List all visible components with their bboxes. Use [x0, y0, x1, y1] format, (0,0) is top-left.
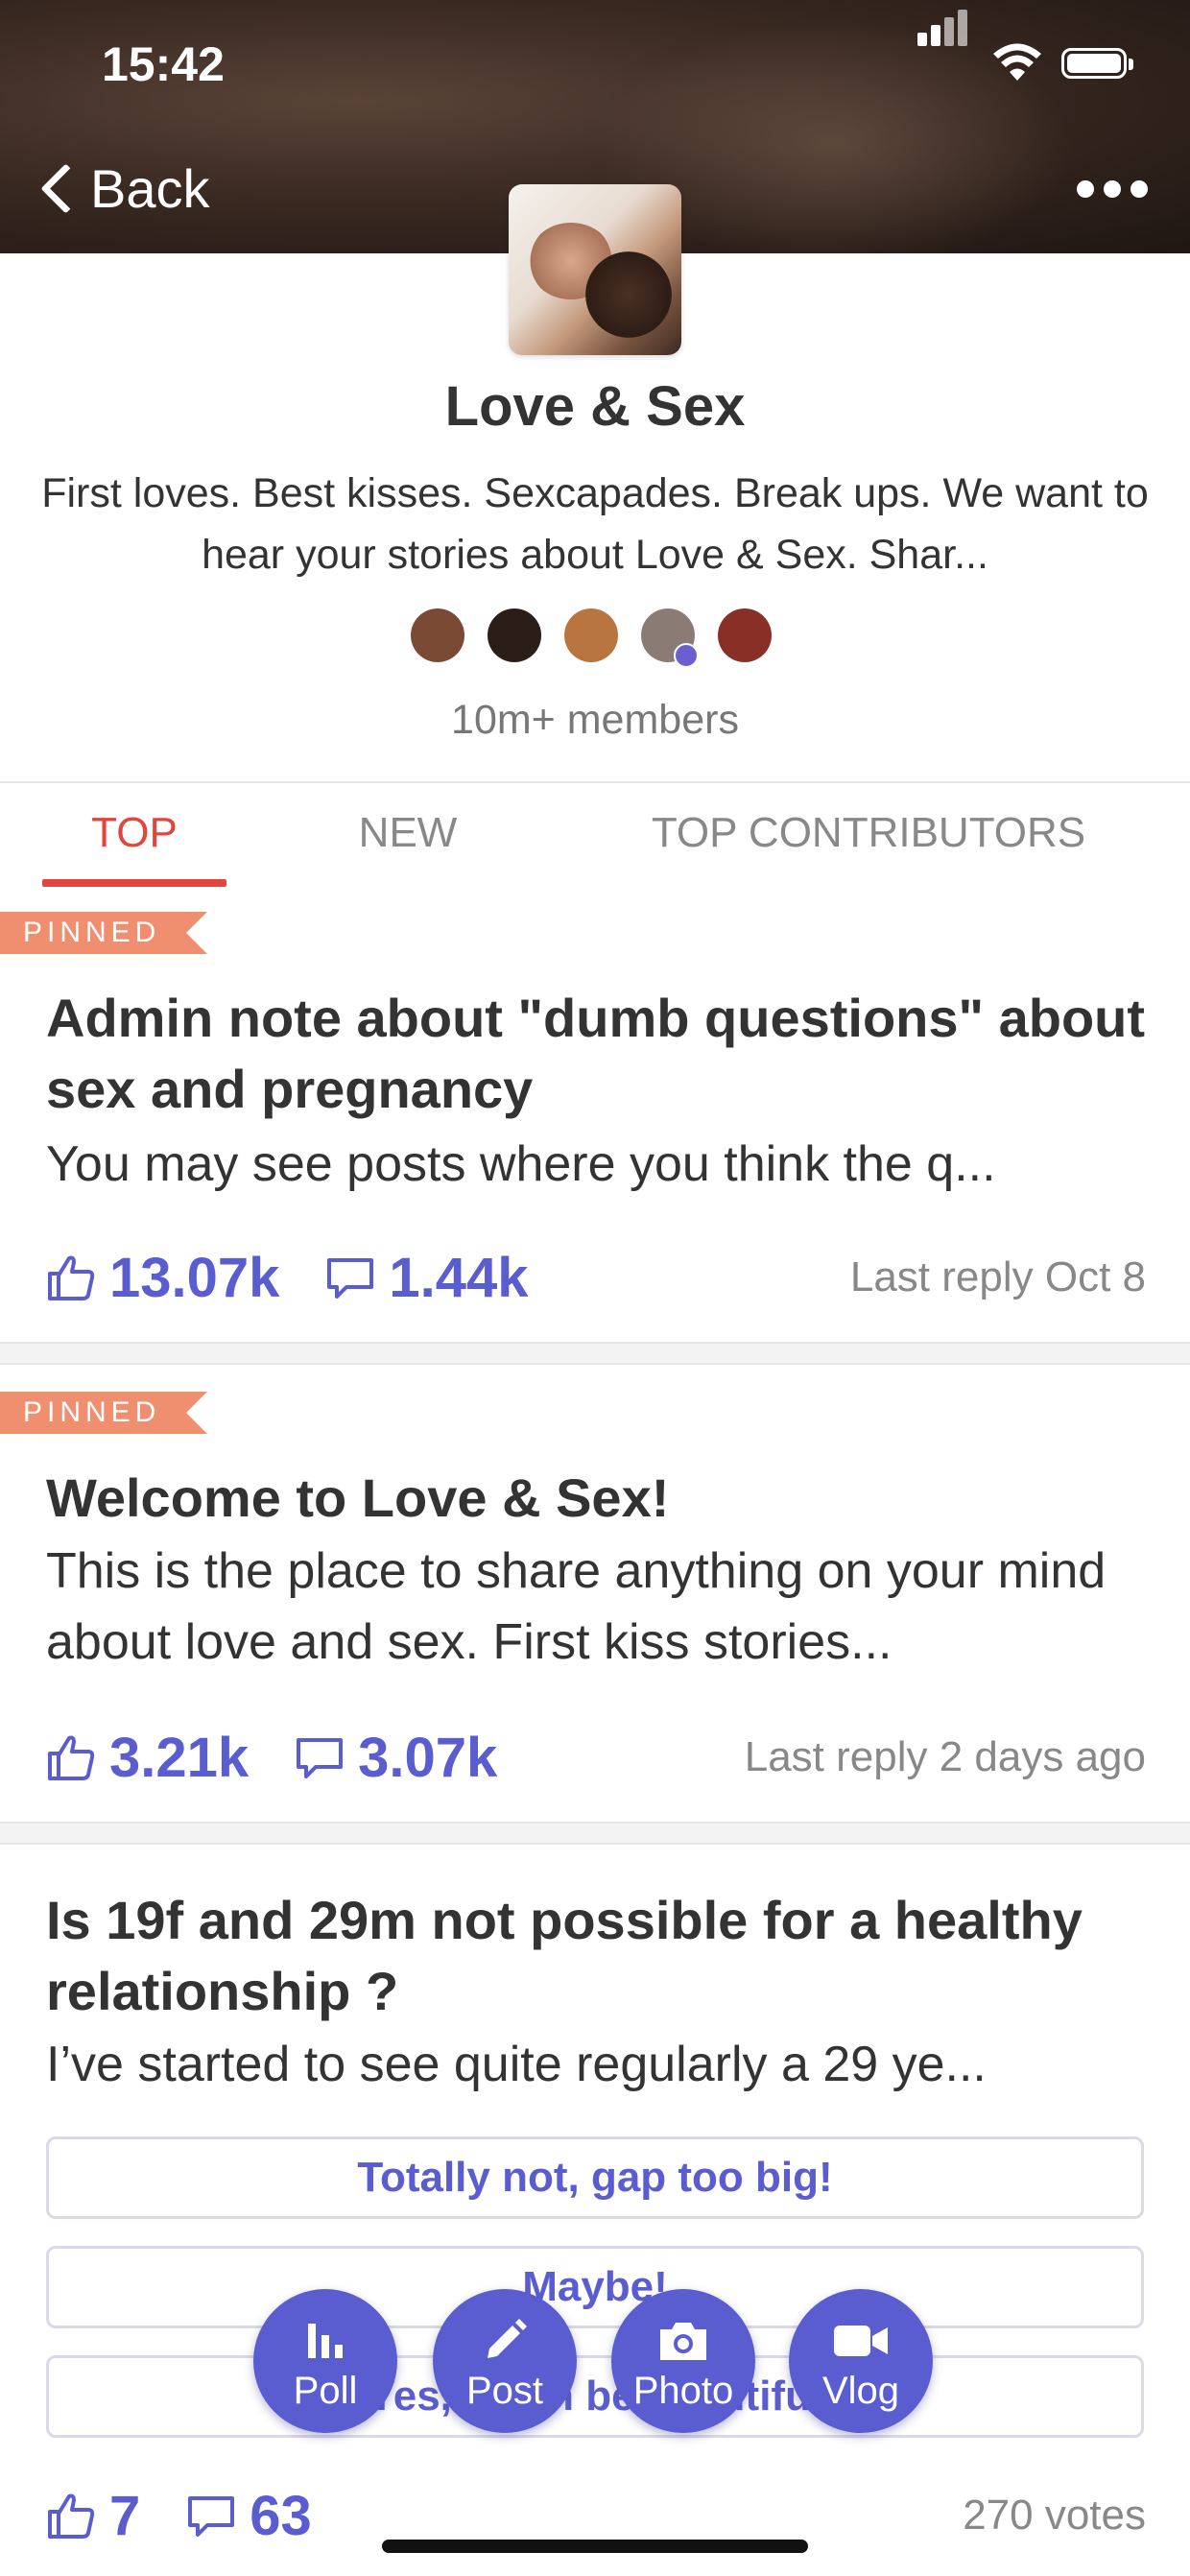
bar-chart-icon: [253, 2314, 397, 2368]
thumbs-up-icon: [48, 2493, 95, 2539]
back-label: Back: [90, 157, 210, 219]
fab-label: Vlog: [821, 2370, 900, 2412]
chevron-left-icon: [36, 159, 90, 217]
comment-button[interactable]: 3.07k: [295, 1726, 497, 1790]
thumbs-up-icon: [48, 1255, 95, 1300]
last-reply: Last reply Oct 8: [849, 1253, 1146, 1300]
last-reply: Last reply 2 days ago: [744, 1733, 1146, 1780]
member-avatars[interactable]: [411, 608, 772, 668]
feed-tabs: TOP NEW TOP CONTRIBUTORS: [0, 781, 1190, 889]
comment-icon: [297, 1738, 344, 1778]
card-divider: [0, 1822, 1190, 1845]
battery-icon: [1061, 48, 1133, 79]
like-count: 13.07k: [109, 1246, 280, 1309]
member-avatar[interactable]: [488, 608, 541, 662]
like-button[interactable]: 3.21k: [46, 1726, 249, 1790]
post-title[interactable]: Welcome to Love & Sex!: [46, 1463, 1150, 1534]
post-stats: 7 63: [46, 2482, 358, 2549]
more-dot-icon: [1130, 180, 1148, 198]
photo-fab-button[interactable]: Photo: [611, 2289, 755, 2433]
post-card[interactable]: PINNED Welcome to Love & Sex! This is th…: [0, 1367, 1190, 1820]
post-body[interactable]: You may see posts where you think the q.…: [46, 1129, 1150, 1200]
pinned-badge: PINNED: [0, 1392, 207, 1434]
tab-top-contributors[interactable]: TOP CONTRIBUTORS: [614, 783, 1123, 887]
comment-button[interactable]: 1.44k: [325, 1246, 529, 1310]
status-icons: [917, 10, 1133, 84]
post-card[interactable]: PINNED Admin note about "dumb questions"…: [0, 887, 1190, 1340]
more-dot-icon: [1077, 180, 1094, 198]
vlog-fab-button[interactable]: Vlog: [789, 2289, 933, 2433]
group-title: Love & Sex: [444, 375, 746, 438]
admin-badge-icon: [674, 643, 699, 668]
status-time: 15:42: [102, 37, 225, 91]
post-stats: 13.07k 1.44k: [46, 1244, 575, 1311]
post-stats: 3.21k 3.07k: [46, 1724, 543, 1791]
group-avatar[interactable]: [509, 184, 681, 355]
poll-option[interactable]: Maybe!: [46, 2246, 1144, 2328]
comment-count: 1.44k: [389, 1246, 529, 1309]
like-button[interactable]: 13.07k: [46, 1246, 279, 1310]
poll-option[interactable]: Yes, it can be beautiful: [46, 2355, 1144, 2438]
fab-label: Poll: [293, 2370, 358, 2412]
pinned-badge: PINNED: [0, 912, 207, 954]
member-avatar[interactable]: [718, 608, 772, 662]
member-avatar[interactable]: [411, 608, 464, 662]
post-fab-button[interactable]: Post: [433, 2289, 577, 2433]
poll-post-card[interactable]: Is 19f and 29m not possible for a health…: [0, 1847, 1190, 2576]
comment-button[interactable]: 63: [186, 2484, 312, 2548]
pencil-icon: [433, 2314, 577, 2368]
comment-icon: [188, 2496, 235, 2537]
video-camera-icon: [789, 2314, 933, 2368]
comment-count: 63: [250, 2484, 312, 2547]
tab-top[interactable]: TOP: [42, 783, 226, 887]
home-indicator[interactable]: [382, 2540, 808, 2553]
comment-count: 3.07k: [358, 1726, 498, 1789]
camera-icon: [611, 2314, 755, 2368]
member-avatar[interactable]: [641, 608, 699, 668]
back-button[interactable]: Back: [36, 157, 210, 219]
post-body[interactable]: This is the place to share anything on y…: [46, 1536, 1150, 1678]
more-dot-icon: [1104, 180, 1121, 198]
thumbs-up-icon: [48, 1735, 95, 1780]
post-title[interactable]: Admin note about "dumb questions" about …: [46, 983, 1150, 1125]
wifi-icon: [993, 43, 1041, 81]
tab-new[interactable]: NEW: [317, 783, 499, 887]
poll-fab-button[interactable]: Poll: [253, 2289, 397, 2433]
like-button[interactable]: 7: [46, 2484, 140, 2548]
member-avatar[interactable]: [564, 608, 618, 662]
card-divider: [0, 1342, 1190, 1365]
like-count: 7: [109, 2484, 141, 2547]
members-count[interactable]: 10m+ members: [0, 697, 1190, 744]
comment-icon: [327, 1258, 374, 1299]
fab-label: Photo: [632, 2370, 734, 2412]
poll-option[interactable]: Totally not, gap too big!: [46, 2136, 1144, 2219]
like-count: 3.21k: [109, 1726, 250, 1789]
post-body[interactable]: I’ve started to see quite regularly a 29…: [46, 2029, 1150, 2100]
vote-count: 270 votes: [963, 2492, 1146, 2539]
fab-label: Post: [465, 2370, 544, 2412]
more-options-button[interactable]: [1077, 180, 1148, 198]
post-title[interactable]: Is 19f and 29m not possible for a health…: [46, 1885, 1150, 2027]
group-description[interactable]: First loves. Best kisses. Sexcapades. Br…: [38, 463, 1152, 585]
